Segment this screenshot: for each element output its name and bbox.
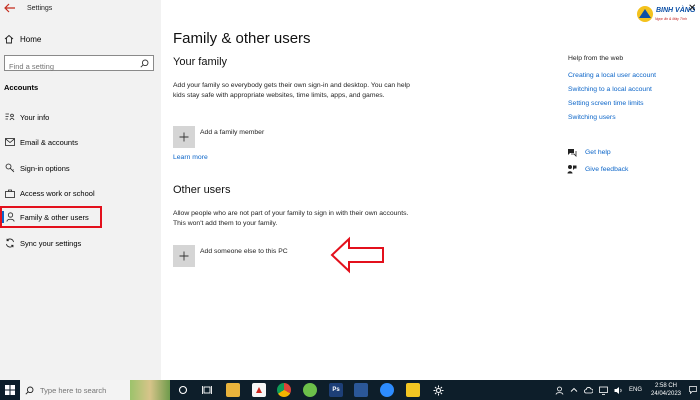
give-feedback-link[interactable]: Give feedback [567,164,628,174]
sidebar-item-label: Sign-in options [20,163,70,173]
people-icon[interactable] [555,386,564,395]
app-icon-yellow[interactable] [406,383,420,397]
network-icon[interactable] [599,386,608,395]
close-button[interactable]: ✕ [688,3,696,14]
back-button[interactable] [4,3,18,15]
mail-icon [5,138,15,146]
home-nav-item[interactable]: Home [4,33,41,45]
sync-icon [6,238,14,248]
logo-tagline: Ngọc ấn & Máy Tính [655,17,687,21]
sidebar-item-sign-in-options[interactable]: Sign-in options [0,157,161,179]
sidebar-item-label: Your info [20,112,50,122]
sidebar-item-your-info[interactable]: Your info [0,106,161,128]
task-view-icon[interactable] [200,383,214,397]
notifications-button[interactable] [688,383,698,397]
search-icon [140,59,149,68]
sidebar-item-label: Email & accounts [20,137,78,147]
add-someone-else-label: Add someone else to this PC [200,248,288,255]
sidebar-item-label: Access work or school [20,188,95,198]
add-family-member-button[interactable]: Add a family member [173,126,264,148]
taskbar-clock[interactable]: 2:58 CH 24/04/2023 [644,382,688,398]
chevron-up-icon[interactable] [570,386,578,394]
help-link-switching-users[interactable]: Switching users [568,114,616,121]
add-someone-plus-tile [173,245,195,267]
app-icon-red[interactable] [252,383,266,397]
sidebar-item-label: Family & other users [20,212,89,222]
your-family-description: Add your family so everybody gets their … [173,82,410,99]
taskbar-search-icon [25,386,34,395]
key-icon [5,163,15,173]
home-label: Home [20,34,42,44]
give-feedback-label: Give feedback [585,165,629,173]
add-family-member-label: Add a family member [200,129,265,136]
chrome-icon[interactable] [277,383,291,397]
help-link-switching-local-account[interactable]: Switching to a local account [568,86,652,93]
system-tray: ENG [555,380,642,400]
title-bar: Settings [0,0,700,20]
clock-date: 24/04/2023 [650,391,682,397]
photoshop-icon[interactable]: Ps [329,383,343,397]
get-help-link[interactable]: Get help [567,148,611,157]
sidebar-item-label: Sync your settings [20,238,82,248]
help-from-web-title: Help from the web [568,55,624,62]
volume-icon[interactable] [614,386,623,395]
home-icon [4,34,14,44]
add-family-plus-tile [173,126,195,148]
app-icon-green[interactable] [303,383,317,397]
file-explorer-icon[interactable] [226,383,240,397]
clock-time: 2:58 CH [654,383,677,389]
contact-card-icon [5,113,15,121]
chat-help-icon [568,149,577,157]
window-title: Settings [27,5,53,12]
app-icon-blue[interactable] [354,383,368,397]
help-link-creating-local-account[interactable]: Creating a local user account [568,72,656,79]
person-icon [5,212,15,222]
get-help-label: Get help [585,149,611,156]
plus-icon [179,132,189,142]
learn-more-link[interactable]: Learn more [173,154,208,161]
help-link-screen-time-limits[interactable]: Setting screen time limits [568,100,644,107]
plus-icon [179,251,189,261]
page-title: Family & other users [173,30,311,47]
zalo-icon[interactable] [380,383,394,397]
sidebar-item-email-accounts[interactable]: Email & accounts [0,131,161,153]
language-indicator[interactable]: ENG [629,387,642,393]
find-setting-search-box[interactable] [4,55,154,74]
your-family-heading: Your family [173,56,228,68]
accounts-section-title: Accounts [4,83,39,92]
settings-taskbar-icon[interactable] [431,383,445,397]
settings-window: Settings Home Accounts Your info Email &… [0,0,700,400]
briefcase-icon [5,189,15,198]
annotation-arrow-icon [330,236,384,274]
taskbar-search-input[interactable] [40,385,130,395]
feedback-person-icon [567,165,577,174]
sidebar-item-access-work-school[interactable]: Access work or school [0,182,161,204]
other-users-description: Allow people who are not part of your fa… [173,210,409,227]
cortana-circle-icon [178,385,188,395]
sidebar-item-sync-settings[interactable]: Sync your settings [0,232,161,254]
back-arrow-icon [4,3,15,13]
gear-icon [433,385,443,395]
binh-vang-logo: BINH VÀNG Ngọc ấn & Máy Tính [636,3,696,25]
search-highlight-image [130,380,170,400]
sidebar-item-family-other-users[interactable]: Family & other users [0,206,102,228]
windows-logo-icon [5,385,15,395]
other-users-heading: Other users [173,184,231,196]
logo-mark-icon [637,6,653,22]
task-view-button[interactable] [176,383,190,397]
timeline-icon [202,386,212,394]
search-input[interactable] [5,59,125,74]
start-button[interactable] [0,380,20,400]
add-someone-else-button[interactable]: Add someone else to this PC [173,245,288,267]
red-app-glyph-icon [256,387,262,393]
notification-icon [689,386,697,394]
cloud-icon[interactable] [584,386,593,394]
taskbar: Ps ENG 2:58 CH 24/04/2023 [0,380,700,400]
